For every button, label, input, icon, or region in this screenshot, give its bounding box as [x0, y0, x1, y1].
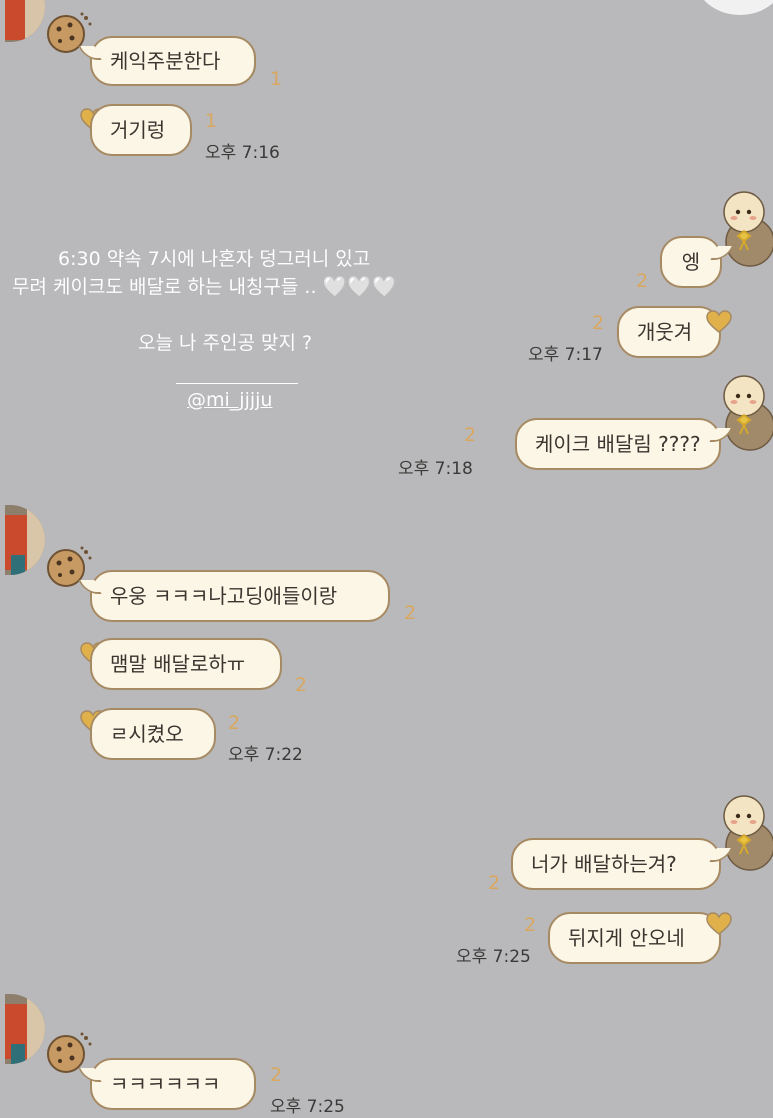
timestamp: 오후 7:18	[398, 459, 473, 479]
message-bubble[interactable]: 우웅 ㅋㅋㅋ나고딩애들이랑	[90, 570, 390, 622]
timestamp: 오후 7:25	[270, 1097, 345, 1117]
message-text: 엥	[681, 250, 701, 274]
message-text: 케이크 배달림 ????	[535, 432, 701, 456]
doll-avatar-icon	[723, 795, 773, 871]
heart-icon	[706, 912, 732, 935]
message-text: ㄹ시켰오	[110, 722, 184, 746]
message-bubble[interactable]: ㅋㅋㅋㅋㅋㅋ	[90, 1058, 256, 1110]
story-text-line: 무려 케이크도 배달로 하는 내칭구들 .. 🤍🤍🤍	[12, 272, 397, 299]
story-text-line: 6:30 약속 7시에 나혼자 덩그러니 있고	[58, 248, 371, 270]
unread-count: 2	[404, 602, 417, 624]
mention-tag[interactable]: @mi_jjjju	[187, 389, 272, 411]
unread-count: 2	[636, 270, 649, 292]
timestamp: 오후 7:16	[205, 143, 280, 163]
doll-avatar-icon	[723, 191, 773, 267]
story-text: 무려 케이크도 배달로 하는 내칭구들 ..	[12, 276, 317, 298]
message-text: 우웅 ㅋㅋㅋ나고딩애들이랑	[110, 584, 338, 608]
heart-icon	[706, 310, 732, 333]
profile-photo[interactable]	[5, 994, 45, 1064]
unread-count: 2	[488, 872, 501, 894]
message-text: 개웃겨	[637, 320, 693, 344]
corner-button[interactable]	[695, 0, 773, 15]
unread-count: 2	[228, 712, 241, 734]
message-text: 맴말 배달로하ㅠ	[110, 652, 246, 676]
unread-count: 2	[524, 914, 537, 936]
timestamp: 오후 7:17	[528, 345, 603, 365]
message-bubble[interactable]: 너가 배달하는겨?	[511, 838, 721, 890]
unread-count: 2	[592, 312, 605, 334]
message-text: 케익주분한다	[110, 49, 221, 73]
unread-count: 1	[205, 110, 218, 132]
unread-count: 1	[270, 68, 283, 90]
message-bubble[interactable]: 케익주분한다	[90, 36, 256, 86]
message-text: ㅋㅋㅋㅋㅋㅋ	[110, 1072, 221, 1096]
doll-avatar-icon	[723, 375, 773, 451]
hearts-emoji: 🤍🤍🤍	[322, 274, 398, 298]
story-text-line: 오늘 나 주인공 맞지 ?	[138, 332, 313, 354]
message-text: 뒤지게 안오네	[568, 926, 685, 950]
message-text: 거기렁	[110, 118, 166, 142]
message-bubble[interactable]: 맴말 배달로하ㅠ	[90, 638, 282, 690]
profile-photo[interactable]	[5, 0, 45, 42]
message-text: 너가 배달하는겨?	[531, 852, 677, 876]
timestamp: 오후 7:25	[456, 947, 531, 967]
message-bubble[interactable]: 엥	[660, 236, 722, 288]
message-bubble[interactable]: ㄹ시켰오	[90, 708, 216, 760]
unread-count: 2	[295, 674, 308, 696]
timestamp: 오후 7:22	[228, 745, 303, 765]
mention-divider	[176, 383, 298, 384]
message-bubble[interactable]: 거기렁	[90, 104, 192, 156]
message-bubble[interactable]: 케이크 배달림 ????	[515, 418, 721, 470]
unread-count: 2	[270, 1064, 283, 1086]
profile-photo[interactable]	[5, 505, 45, 575]
message-bubble[interactable]: 뒤지게 안오네	[548, 912, 721, 964]
unread-count: 2	[464, 424, 477, 446]
